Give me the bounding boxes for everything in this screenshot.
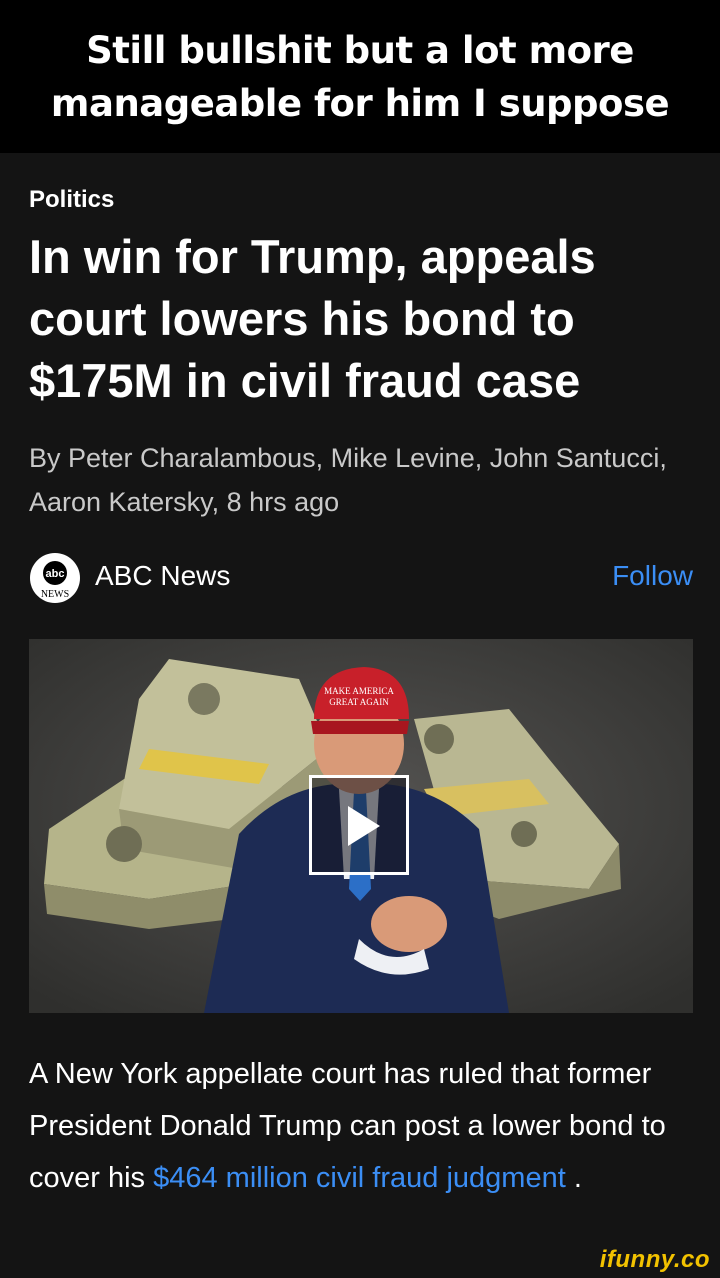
meme-caption-bar: Still bullshit but a lot more manageable…: [0, 0, 720, 153]
logo-abc-text: abc: [46, 568, 65, 580]
article-category[interactable]: Politics: [29, 186, 114, 214]
play-icon: [348, 806, 380, 846]
article-byline: By Peter Charalambous, Mike Levine, John…: [29, 443, 667, 517]
play-button[interactable]: [309, 775, 409, 875]
source-row: abc NEWS ABC News Follow: [29, 552, 693, 604]
video-thumbnail[interactable]: MAKE AMERICA GREAT AGAIN: [29, 639, 693, 1013]
body-text-end: .: [565, 1162, 582, 1194]
meme-caption: Still bullshit but a lot more manageable…: [50, 28, 670, 125]
abc-news-logo[interactable]: abc NEWS: [29, 552, 81, 604]
article-headline[interactable]: In win for Trump, appeals court lowers h…: [29, 226, 699, 412]
ifunny-watermark: ifunny.co: [599, 1246, 710, 1273]
follow-button[interactable]: Follow: [612, 560, 693, 592]
hat-text-line2: GREAT AGAIN: [329, 697, 389, 707]
hat-text-line1: MAKE AMERICA: [324, 686, 394, 696]
judgment-link[interactable]: $464 million civil fraud judgment: [153, 1162, 566, 1194]
source-name[interactable]: ABC News: [95, 560, 230, 592]
logo-news-text: NEWS: [41, 589, 69, 600]
article-body: A New York appellate court has ruled tha…: [29, 1048, 689, 1204]
